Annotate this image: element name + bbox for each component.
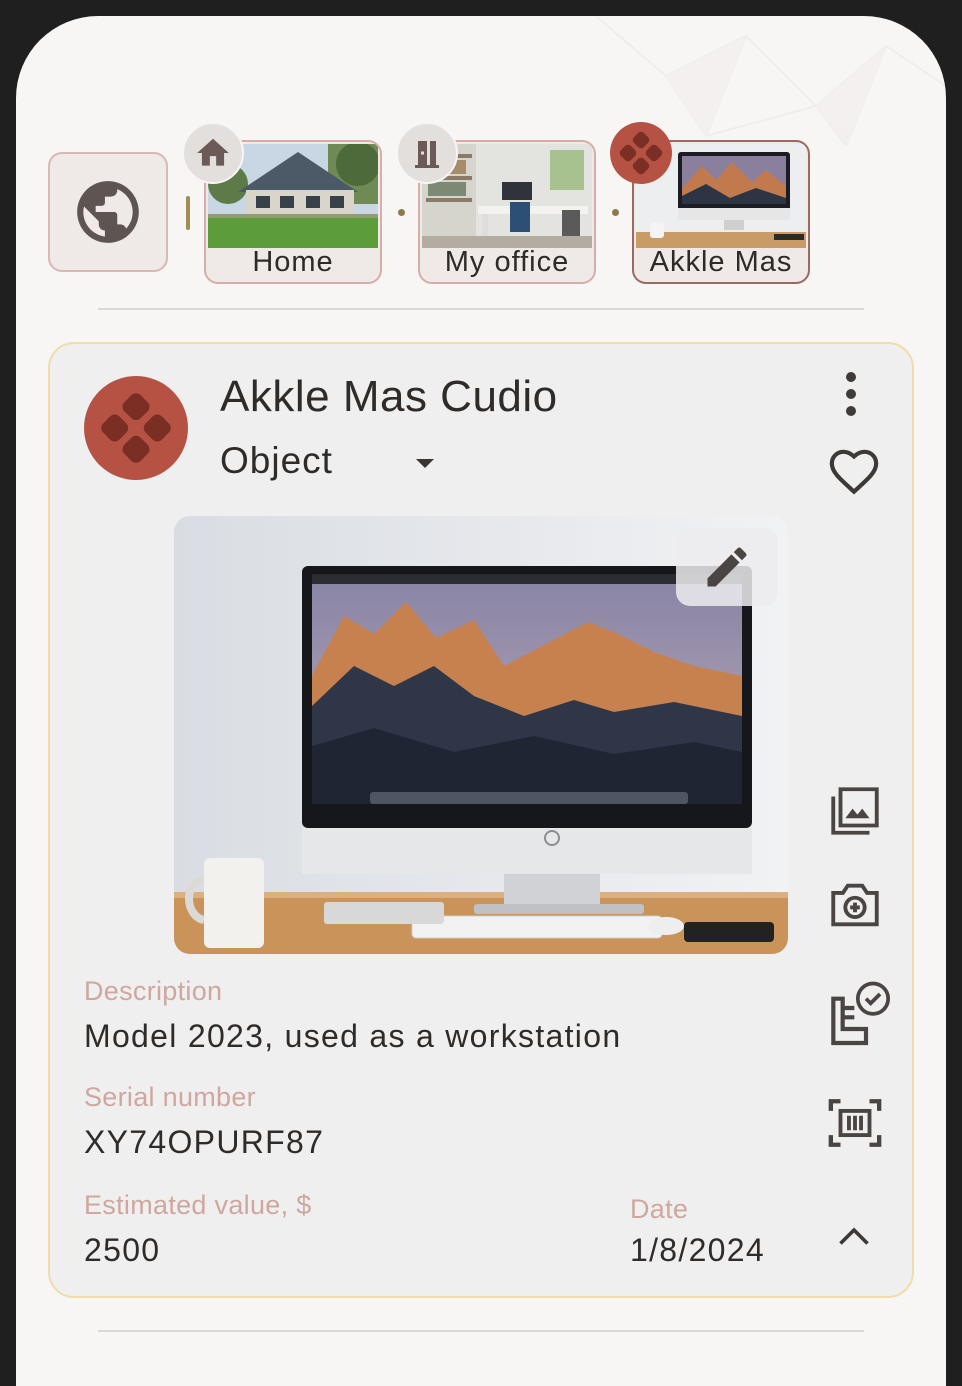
breadcrumb-label: Home bbox=[252, 246, 334, 278]
item-photo[interactable] bbox=[174, 516, 788, 954]
office-badge bbox=[396, 122, 458, 184]
add-photo-camera-icon bbox=[831, 883, 879, 927]
photo-library-icon bbox=[831, 787, 879, 835]
door-icon bbox=[415, 141, 439, 168]
date-value[interactable]: 1/8/2024 bbox=[630, 1232, 765, 1269]
breadcrumb-label: Akkle Mas bbox=[649, 246, 793, 278]
item-title[interactable]: Akkle Mas Cudio bbox=[220, 372, 558, 422]
receipt-check-icon bbox=[831, 981, 891, 1046]
barcode-scanner-icon bbox=[828, 1099, 882, 1147]
breadcrumb-separator bbox=[186, 196, 190, 230]
camera-button[interactable] bbox=[826, 876, 884, 934]
breadcrumb-separator bbox=[398, 209, 405, 216]
description-label: Description bbox=[84, 976, 223, 1006]
serial-number-label: Serial number bbox=[84, 1082, 256, 1112]
home-badge bbox=[182, 122, 244, 184]
object-logo-icon bbox=[619, 131, 663, 175]
object-logo-icon bbox=[101, 393, 171, 463]
chevron-up-icon bbox=[839, 1227, 869, 1245]
breadcrumb-label: My office bbox=[444, 246, 570, 278]
item-type-dropdown[interactable]: Object bbox=[220, 440, 434, 482]
date-label: Date bbox=[630, 1194, 689, 1224]
verified-receipt-button[interactable] bbox=[826, 980, 892, 1050]
app-screen: Home My office Akkle Mas Akkle Mas Cudio… bbox=[16, 16, 946, 1386]
serial-number-value[interactable]: XY74OPURF87 bbox=[84, 1124, 324, 1161]
globe-icon bbox=[77, 181, 139, 243]
pencil-icon bbox=[707, 547, 747, 587]
description-value[interactable]: Model 2023, used as a workstation bbox=[84, 1018, 621, 1055]
divider bbox=[98, 1330, 864, 1332]
object-badge bbox=[610, 122, 672, 184]
edit-photo-button[interactable] bbox=[676, 528, 778, 606]
item-avatar[interactable] bbox=[84, 376, 188, 480]
divider bbox=[98, 308, 864, 310]
estimated-value[interactable]: 2500 bbox=[84, 1232, 160, 1269]
caret-down-icon bbox=[416, 458, 434, 468]
collapse-button[interactable] bbox=[836, 1224, 872, 1253]
gallery-button[interactable] bbox=[826, 782, 884, 840]
more-vert-icon bbox=[846, 372, 856, 382]
item-card: Akkle Mas Cudio Object Description Model… bbox=[48, 342, 914, 1298]
favorite-button[interactable] bbox=[826, 444, 882, 501]
scan-barcode-button[interactable] bbox=[826, 1096, 884, 1150]
heart-icon bbox=[829, 449, 879, 495]
more-options-button[interactable] bbox=[834, 372, 868, 416]
breadcrumb-separator bbox=[612, 209, 619, 216]
root-location-button[interactable] bbox=[48, 152, 168, 272]
item-type-value: Object bbox=[220, 440, 333, 481]
home-icon bbox=[197, 138, 229, 166]
breadcrumb: Home My office Akkle Mas bbox=[16, 16, 946, 316]
estimated-value-label: Estimated value, $ bbox=[84, 1190, 312, 1220]
